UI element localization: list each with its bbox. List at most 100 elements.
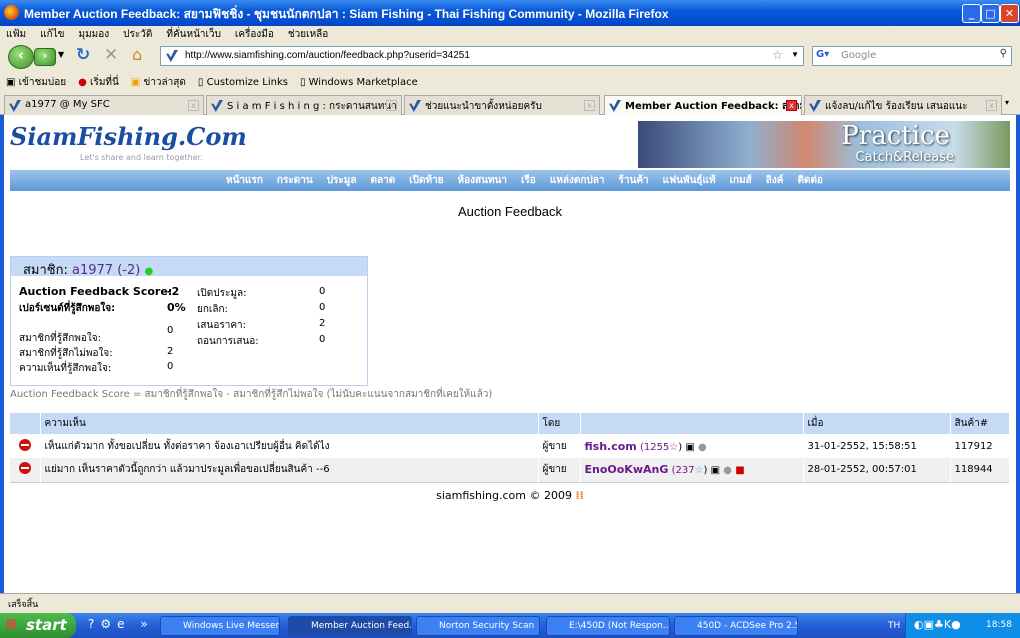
stat-value: 0	[319, 334, 326, 345]
tab-auction-feedback[interactable]: Member Auction Feedback: สยาม... x	[604, 95, 802, 115]
site-logo[interactable]: SiamFishing.Com	[10, 122, 247, 151]
tray-icons[interactable]: ◐▣♣K●	[914, 618, 961, 631]
nav-boat[interactable]: เรือ	[521, 173, 536, 188]
feedback-role: ผู้ขาย	[538, 434, 581, 458]
stat-value: 2	[167, 346, 174, 357]
feedback-user-link[interactable]: EnoOoKwAnG	[585, 463, 669, 476]
banner-image: Practice Catch&Release	[638, 121, 1010, 168]
stop-icon[interactable]: ✕	[104, 45, 118, 65]
feedback-item-id[interactable]: 118944	[950, 458, 1010, 482]
nav-spots[interactable]: แหล่งตกปลา	[550, 173, 605, 188]
minimize-button[interactable]: _	[962, 4, 981, 23]
forward-button[interactable]: ›	[34, 48, 56, 66]
star-icon: ☆	[669, 441, 679, 453]
stat-label: ความเห็นที่รู้สึกพอใจ:	[19, 363, 112, 374]
close-button[interactable]: ✕	[1000, 4, 1019, 23]
menu-view[interactable]: มุมมอง	[79, 27, 110, 42]
online-status-icon: ●	[144, 266, 154, 277]
stat-label: เสนอราคา:	[197, 320, 247, 331]
tab-close-icon[interactable]: x	[386, 100, 397, 111]
nav-chat[interactable]: ห้องสนทนา	[458, 173, 507, 188]
feedback-role: ผู้ขาย	[538, 458, 581, 482]
home-icon[interactable]: ⌂	[132, 45, 142, 64]
google-icon[interactable]: G▾	[816, 49, 829, 60]
search-icon[interactable]: ⚲	[1000, 48, 1007, 59]
header-user	[580, 413, 804, 434]
feedback-item-id[interactable]: 117912	[950, 434, 1010, 458]
bookmark-customize-links[interactable]: ▯ Customize Links	[198, 77, 288, 88]
nav-auction[interactable]: ประมูล	[327, 173, 357, 188]
back-button[interactable]: ‹	[8, 45, 34, 69]
profile-icon[interactable]: ▣	[711, 465, 720, 476]
menu-help[interactable]: ช่วยเหลือ	[288, 27, 328, 42]
nav-contact[interactable]: ติดต่อ	[797, 173, 823, 188]
bookmark-getting-started[interactable]: ● เริ่มที่นี่	[78, 75, 119, 90]
tab-close-icon[interactable]: x	[786, 100, 797, 111]
tab-favicon	[409, 100, 421, 112]
nav-market[interactable]: ตลาด	[370, 173, 395, 188]
window-title: Member Auction Feedback: สยามฟิชชิ่ง - ช…	[24, 7, 669, 21]
nav-games[interactable]: เกมส์	[730, 173, 752, 188]
tab-close-icon[interactable]: x	[584, 100, 595, 111]
task-acdsee[interactable]: 450D - ACDSee Pro 2.5	[674, 616, 798, 636]
nav-trunk[interactable]: เปิดท้าย	[409, 173, 443, 188]
nav-board[interactable]: กระดาน	[277, 173, 313, 188]
copyright-text: siamfishing.com © 2009	[436, 489, 572, 502]
tab-bar: a1977 @ My SFC x S i a m F i s h i n g : …	[0, 93, 1020, 115]
tab-my-sfc[interactable]: a1977 @ My SFC x	[4, 95, 204, 115]
task-explorer[interactable]: E:\450D (Not Respon...	[546, 616, 670, 636]
bookmark-most-visited[interactable]: ▣ เข้าชมบ่อย	[6, 75, 66, 90]
task-firefox[interactable]: Member Auction Feed...	[288, 616, 412, 636]
menu-bookmarks[interactable]: ที่คั่นหน้าเว็บ	[166, 27, 221, 42]
menu-file[interactable]: แฟ้ม	[6, 27, 26, 42]
reload-icon[interactable]: ↻	[76, 45, 90, 65]
header-icon	[10, 413, 41, 434]
maximize-button[interactable]: □	[981, 4, 1000, 23]
task-label: 450D - ACDSee Pro 2.5	[697, 621, 798, 631]
bookmark-windows-marketplace[interactable]: ▯ Windows Marketplace	[300, 77, 418, 88]
nav-links[interactable]: ลิงค์	[766, 173, 784, 188]
tab-board[interactable]: S i a m F i s h i n g : กระดานสนทนา x	[206, 95, 402, 115]
menu-tools[interactable]: เครื่องมือ	[235, 27, 274, 42]
feedback-comment: แย่มาก เห็นราคาตัวนี้ถูกกว่า แล้วมาประมู…	[40, 458, 539, 482]
tab-report[interactable]: แจ้งลบ/แก้ไข ร้องเรียน เสนอแนะ x	[804, 95, 1002, 115]
tab-advice[interactable]: ช่วยแนะนำขาตั้งหน่อยครับ x	[404, 95, 600, 115]
page-footer: siamfishing.com © 2009 ⁞⁞	[0, 489, 1020, 502]
tab-label: Member Auction Feedback: สยาม...	[625, 101, 802, 112]
page-title: Auction Feedback	[457, 204, 563, 219]
language-indicator[interactable]: TH	[888, 621, 900, 631]
url-text: http://www.siamfishing.com/auction/feedb…	[185, 50, 470, 61]
bookmark-label: ข่าวล่าสุด	[143, 76, 186, 88]
feedback-user-link[interactable]: fish.com	[585, 440, 637, 453]
url-bar[interactable]: http://www.siamfishing.com/auction/feedb…	[160, 46, 804, 66]
header-comment: ความเห็น	[40, 413, 539, 434]
menu-edit[interactable]: แก้ไข	[40, 27, 64, 42]
clock: 18:58	[986, 620, 1012, 630]
start-button[interactable]: ⊞ start	[0, 613, 76, 638]
task-norton[interactable]: Norton Security Scan	[416, 616, 540, 636]
bookmarks-toolbar: ▣ เข้าชมบ่อย ● เริ่มที่นี่ ▣ ข่าวล่าสุด …	[0, 72, 1020, 92]
tab-list-dropdown-icon[interactable]: ▾	[1005, 98, 1009, 107]
offline-status-icon: ●	[698, 441, 707, 453]
menu-history[interactable]: ประวัติ	[123, 27, 152, 42]
tab-close-icon[interactable]: x	[188, 100, 199, 111]
tab-close-icon[interactable]: x	[986, 100, 997, 111]
bookmark-latest-headlines[interactable]: ▣ ข่าวล่าสุด	[131, 75, 186, 90]
search-input[interactable]: G▾ Google ⚲	[812, 46, 1012, 66]
stat-label: ยกเลิก:	[197, 304, 228, 315]
nav-fans[interactable]: แฟนพันธุ์แท้	[663, 173, 716, 188]
user-score: (237	[671, 465, 695, 477]
nav-shops[interactable]: ร้านค้า	[619, 173, 649, 188]
history-dropdown-icon[interactable]: ▼	[58, 50, 64, 59]
stats-counter-icon[interactable]: ⁞⁞	[576, 489, 584, 502]
bookmark-star-icon[interactable]: ☆	[772, 48, 783, 62]
url-dropdown-icon[interactable]: ▼	[791, 50, 799, 59]
member-name[interactable]: a1977	[72, 263, 113, 278]
task-messenger[interactable]: Windows Live Messen...	[160, 616, 280, 636]
quick-launch-icons[interactable]: ?⚙e »	[88, 617, 154, 631]
badge-icon: ■	[735, 465, 745, 477]
score-label: Auction Feedback Score:	[19, 285, 173, 298]
nav-home[interactable]: หน้าแรก	[226, 173, 263, 188]
tab-favicon	[609, 100, 621, 112]
profile-icon[interactable]: ▣	[685, 442, 694, 453]
